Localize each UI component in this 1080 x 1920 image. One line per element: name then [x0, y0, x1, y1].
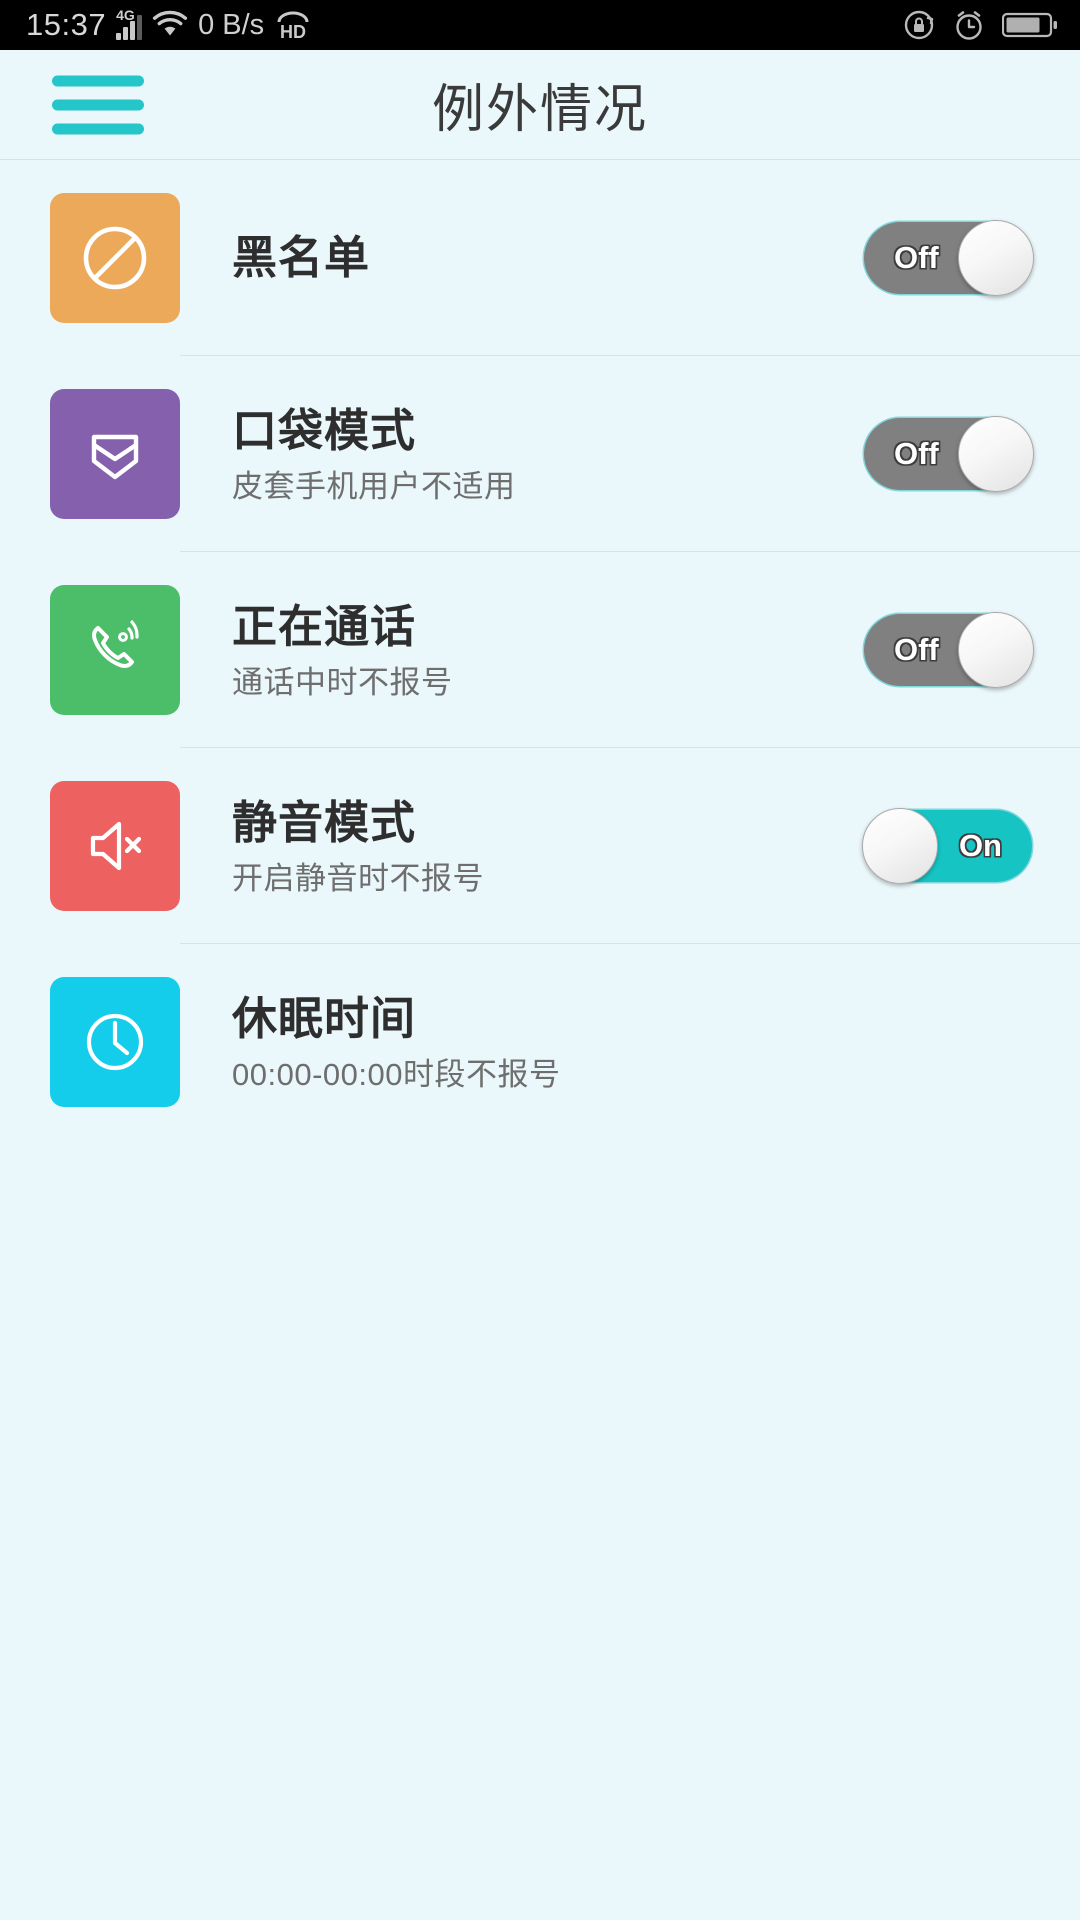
list-item-icon-tile	[50, 389, 180, 519]
list-item-icon-tile	[50, 781, 180, 911]
list-item-in-call[interactable]: 正在通话 通话中时不报号 Off	[0, 552, 1080, 748]
list-item-title: 休眠时间	[232, 992, 417, 1044]
wifi-icon	[152, 10, 188, 40]
page-title: 例外情况	[431, 81, 648, 139]
status-bar-clock: 15:37	[26, 7, 107, 42]
list-item-title: 正在通话	[232, 600, 417, 652]
toggle-label: Off	[894, 632, 939, 667]
toggle-knob	[958, 416, 1034, 492]
rotation-lock-icon	[902, 8, 936, 42]
toggle-silent-mode[interactable]: On	[862, 808, 1032, 884]
list-item-title: 口袋模式	[232, 404, 417, 456]
list-item-text: 休眠时间 00:00-00:00时段不报号	[232, 992, 1032, 1093]
hamburger-bar	[52, 75, 144, 86]
list-item-blacklist[interactable]: 黑名单 Off	[0, 160, 1080, 356]
list-item-subtitle: 开启静音时不报号	[232, 860, 484, 896]
speaker-mute-icon	[76, 807, 154, 885]
list-item-title: 黑名单	[232, 232, 371, 284]
list-item-text: 口袋模式 皮套手机用户不适用	[232, 404, 864, 505]
alarm-icon	[952, 8, 986, 42]
list-item-subtitle: 皮套手机用户不适用	[232, 468, 516, 504]
toggle-label: Off	[894, 436, 939, 471]
signal-icon: 4G	[116, 7, 143, 40]
toggle-blacklist[interactable]: Off	[864, 220, 1034, 296]
toggle-label: Off	[894, 240, 939, 275]
toggle-label: On	[958, 828, 1002, 863]
hamburger-bar	[52, 99, 144, 110]
data-rate-label: 0 B/s	[198, 8, 265, 41]
svg-text:HD: HD	[280, 22, 306, 41]
hd-icon: HD	[274, 9, 312, 41]
toggle-in-call[interactable]: Off	[864, 612, 1034, 688]
app-header: 例外情况	[0, 50, 1080, 160]
toggle-knob	[862, 808, 938, 884]
settings-list: 黑名单 Off 口袋模式 皮套手机用户不适用 Off 正在通话 通话中时不报号 …	[0, 160, 1080, 1140]
phone-ringing-icon	[76, 611, 154, 689]
list-item-icon-tile	[50, 977, 180, 1107]
toggle-pocket-mode[interactable]: Off	[864, 416, 1034, 492]
hamburger-bar	[52, 123, 144, 134]
list-item-title: 静音模式	[232, 796, 417, 848]
prohibition-icon	[76, 219, 154, 297]
list-item-text: 黑名单	[232, 231, 864, 284]
list-item-sleep-time[interactable]: 休眠时间 00:00-00:00时段不报号	[0, 944, 1080, 1140]
status-bar-right	[902, 8, 1058, 42]
list-item-subtitle: 00:00-00:00时段不报号	[232, 1056, 561, 1092]
list-item-subtitle: 通话中时不报号	[232, 664, 453, 700]
list-item-pocket-mode[interactable]: 口袋模式 皮套手机用户不适用 Off	[0, 356, 1080, 552]
list-item-text: 正在通话 通话中时不报号	[232, 600, 864, 701]
list-item-text: 静音模式 开启静音时不报号	[232, 796, 864, 897]
toggle-knob	[958, 612, 1034, 688]
toggle-knob	[958, 220, 1034, 296]
clock-icon	[76, 1003, 154, 1081]
list-item-icon-tile	[50, 193, 180, 323]
network-type-label: 4G	[116, 7, 135, 23]
menu-icon[interactable]	[52, 75, 144, 134]
battery-icon	[1002, 10, 1058, 40]
status-bar-left: 15:37 4G 0 B/s HD	[26, 7, 902, 43]
pocket-icon	[76, 415, 154, 493]
list-item-silent-mode[interactable]: 静音模式 开启静音时不报号 On	[0, 748, 1080, 944]
status-bar: 15:37 4G 0 B/s HD	[0, 0, 1080, 50]
list-item-icon-tile	[50, 585, 180, 715]
